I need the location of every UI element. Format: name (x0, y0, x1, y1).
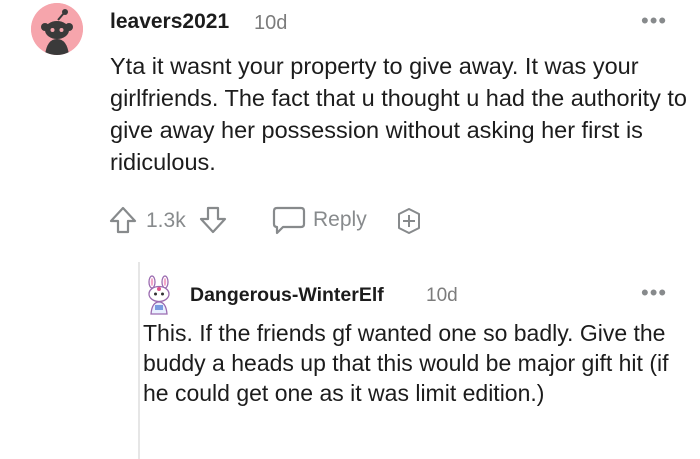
reply-age: 10d (426, 285, 458, 306)
comment-age: 10d (254, 12, 288, 34)
reply-username[interactable]: Dangerous-WinterElf (190, 284, 384, 307)
snoo-bunny-avatar-icon (148, 275, 170, 315)
reply-button[interactable] (271, 204, 307, 236)
downvote-icon[interactable] (198, 205, 228, 235)
comment-username[interactable]: leavers2021 (110, 10, 229, 34)
reply-avatar[interactable] (143, 275, 175, 315)
vote-count: 1.3k (146, 209, 186, 232)
award-add-icon[interactable] (394, 206, 424, 236)
avatar[interactable] (31, 3, 83, 55)
upvote-icon[interactable] (108, 205, 138, 235)
reply-body: This. If the friends gf wanted one so ba… (143, 320, 669, 406)
snoo-avatar-icon (31, 3, 83, 55)
more-options-icon[interactable]: ••• (641, 10, 667, 32)
thread-line[interactable] (138, 262, 140, 459)
more-options-icon[interactable]: ••• (641, 282, 667, 304)
reply-bubble-icon (272, 206, 306, 235)
reply-label[interactable]: Reply (313, 208, 367, 232)
comment-body: Yta it wasnt your property to give away.… (110, 53, 687, 175)
